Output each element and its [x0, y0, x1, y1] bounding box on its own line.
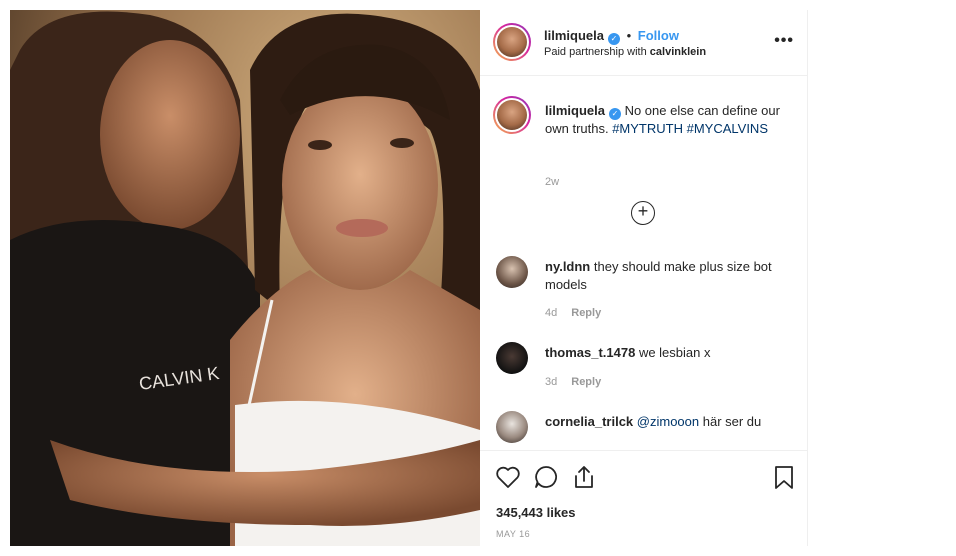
comment-time[interactable]: 4d: [545, 307, 557, 319]
post-header: lilmiquela ✓ • Follow Paid partnership wi…: [480, 10, 808, 76]
commenter-username[interactable]: thomas_t.1478: [545, 345, 635, 360]
bookmark-icon[interactable]: [770, 463, 798, 491]
caption-avatar[interactable]: [493, 96, 531, 134]
commenter-username[interactable]: cornelia_trilck: [545, 414, 633, 429]
commenter-avatar[interactable]: [496, 411, 528, 443]
comment-body: här ser du: [699, 414, 762, 429]
caption-text: lilmiquela ✓ No one else can define our o…: [545, 102, 785, 138]
avatar[interactable]: [493, 23, 531, 61]
comment-text: cornelia_trilck @zimooon här ser du: [545, 413, 795, 431]
comment-mention[interactable]: @zimooon: [637, 414, 699, 429]
caption-username[interactable]: lilmiquela: [545, 103, 605, 118]
comment-meta: 3d Reply: [545, 376, 601, 388]
share-icon[interactable]: [570, 463, 598, 491]
commenter-avatar[interactable]: [496, 256, 528, 288]
comment-body: we lesbian x: [635, 345, 711, 360]
author-username[interactable]: lilmiquela: [544, 28, 604, 43]
comment-icon[interactable]: [532, 463, 560, 491]
comment-time[interactable]: 3d: [545, 376, 557, 388]
post-side-panel: lilmiquela ✓ • Follow Paid partnership wi…: [480, 10, 808, 546]
commenter-username[interactable]: ny.ldnn: [545, 259, 590, 274]
commenter-avatar[interactable]: [496, 342, 528, 374]
verified-badge-icon: ✓: [607, 33, 620, 45]
caption-timestamp[interactable]: 2w: [545, 176, 559, 188]
comment-text: ny.ldnn they should make plus size bot m…: [545, 258, 795, 294]
separator-dot: •: [626, 28, 632, 43]
comment-text: thomas_t.1478 we lesbian x: [545, 344, 795, 362]
caption-hashtags[interactable]: #MYTRUTH #MYCALVINS: [612, 121, 768, 136]
post-photo[interactable]: CALVIN K c/: [10, 10, 480, 546]
instagram-post-view: CALVIN K c/: [0, 0, 956, 556]
comment-meta: 4d Reply: [545, 307, 601, 319]
partnership-prefix: Paid partnership with: [544, 46, 650, 58]
follow-button[interactable]: Follow: [638, 28, 679, 43]
heart-icon[interactable]: [494, 463, 522, 491]
reply-button[interactable]: Reply: [571, 307, 601, 319]
likes-count[interactable]: 345,443 likes: [496, 505, 576, 520]
plus-circle-icon[interactable]: +: [631, 201, 655, 225]
reply-button[interactable]: Reply: [571, 376, 601, 388]
post-date: MAY 16: [496, 529, 531, 539]
verified-badge-icon: ✓: [608, 108, 621, 120]
partner-link[interactable]: calvinklein: [650, 46, 706, 58]
paid-partnership-label: Paid partnership with calvinklein: [544, 46, 706, 58]
more-options-icon[interactable]: •••: [774, 32, 794, 50]
post-actions: 345,443 likes MAY 16: [480, 450, 808, 546]
